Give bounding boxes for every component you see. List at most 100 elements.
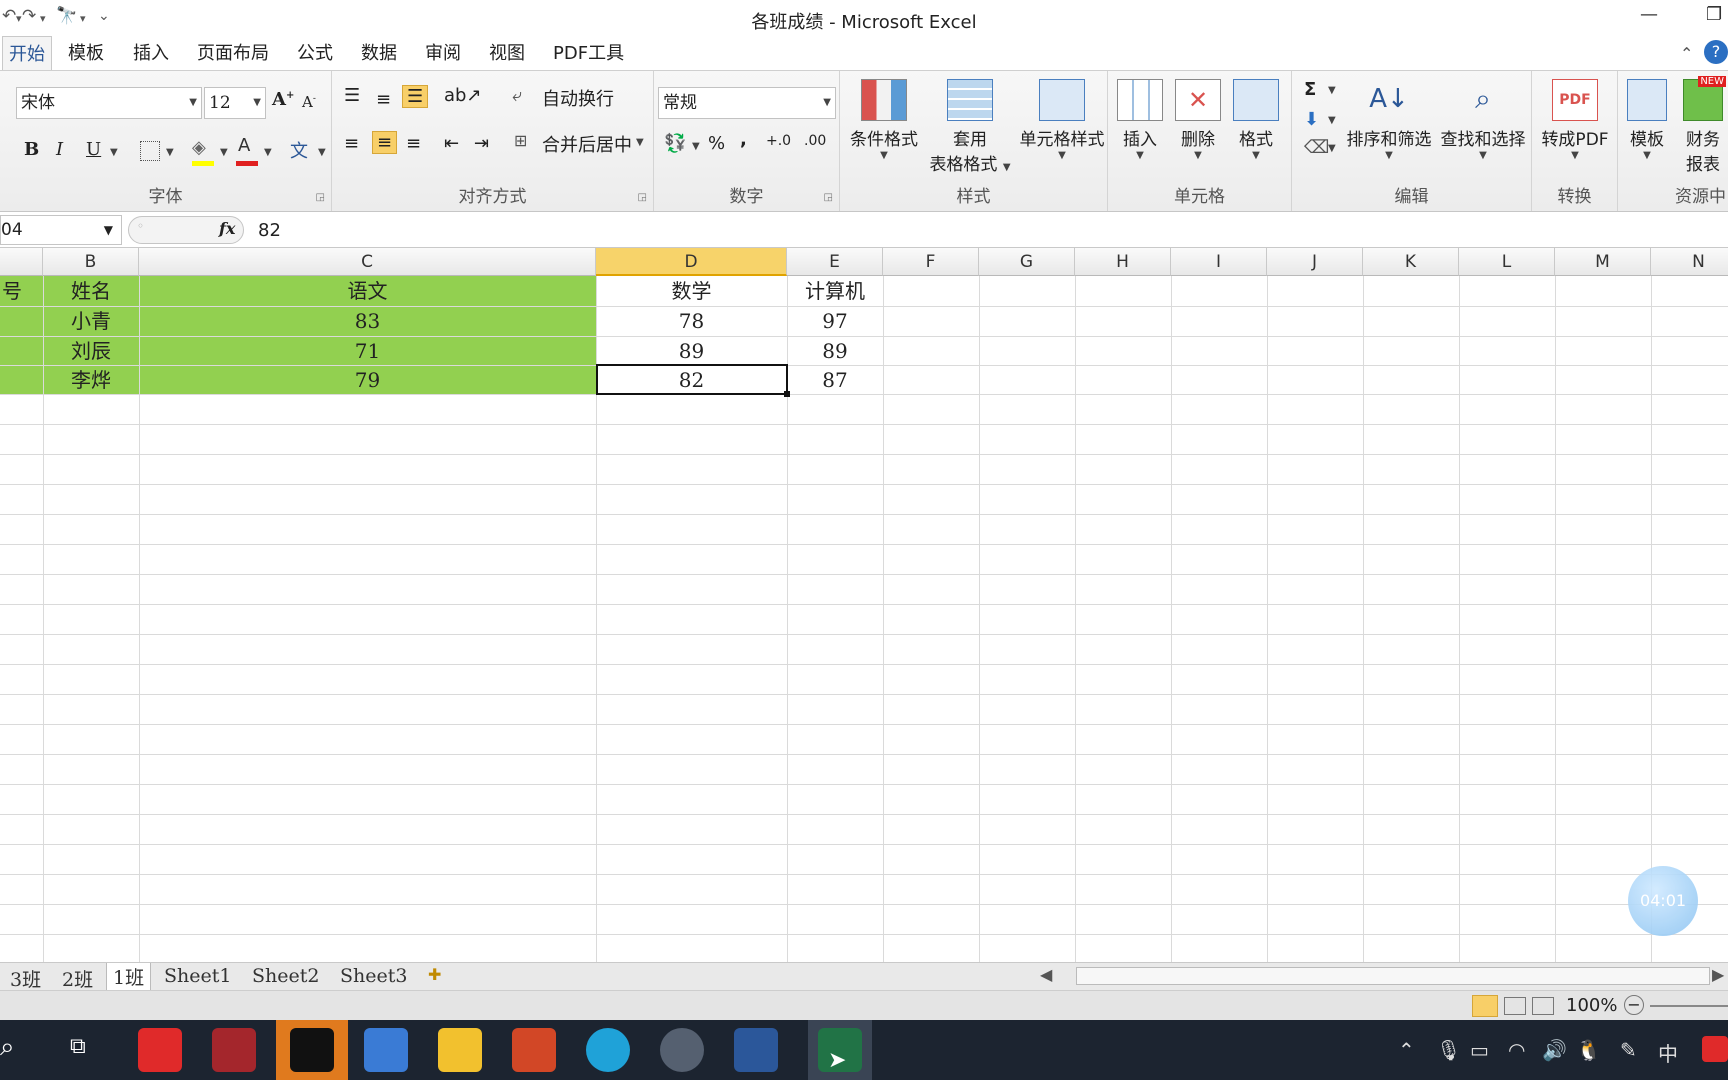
sheet-tab-3[interactable]: 3班 (10, 965, 41, 992)
tab-insert[interactable]: 插入 (133, 36, 169, 72)
align-right-icon[interactable]: ≡ (406, 133, 421, 154)
collapse-ribbon-icon[interactable]: ⌃ (1680, 44, 1693, 63)
chevron-down-icon[interactable]: ▼ (104, 216, 113, 244)
bold-button[interactable]: B (24, 139, 39, 160)
capcut-app-tile[interactable] (276, 1020, 348, 1080)
autosum-dropdown-icon[interactable]: ▼ (1328, 85, 1336, 96)
zoom-slider[interactable] (1650, 1005, 1728, 1007)
microphone-icon[interactable]: 🎙 (1436, 1038, 1461, 1062)
column-header-a[interactable] (0, 248, 43, 276)
dialog-launcher-icon[interactable]: ◲ (316, 192, 325, 203)
qq-icon[interactable]: 🐧 (1576, 1038, 1601, 1062)
font-color-icon[interactable]: A (238, 135, 250, 156)
tab-pdf-tools[interactable]: PDF工具 (553, 36, 624, 72)
insert-function-icon[interactable]: fx (219, 219, 235, 238)
merge-dropdown-icon[interactable]: ▼ (636, 137, 644, 148)
wrap-text-icon[interactable]: ⤶ (512, 85, 522, 106)
wifi-icon[interactable]: ◠ (1508, 1038, 1525, 1062)
cell-d2[interactable]: 78 (596, 306, 787, 336)
sort-filter-button[interactable]: A↓ 排序和筛选 ▼ (1342, 79, 1436, 161)
phonetic-dropdown-icon[interactable]: ▼ (318, 147, 326, 158)
increase-indent-icon[interactable]: ⇥ (474, 133, 489, 154)
calculator-app-icon[interactable] (364, 1028, 408, 1072)
fill-color-icon[interactable]: ◈ (192, 137, 206, 158)
decrease-decimal-icon[interactable]: .00 (804, 133, 826, 149)
grow-font-icon[interactable]: A+ (272, 89, 294, 110)
currency-icon[interactable]: 💱 (664, 133, 686, 154)
horizontal-scrollbar[interactable] (1076, 967, 1710, 985)
cell-b4[interactable]: 李烨 (43, 365, 139, 395)
column-header-j[interactable]: J (1267, 248, 1363, 276)
wrap-text-button[interactable]: 自动换行 (542, 85, 614, 111)
finance-report-button[interactable]: NEW 财务 报表 (1678, 76, 1728, 175)
dialog-launcher-icon[interactable]: ◲ (638, 192, 647, 203)
comma-button[interactable]: , (740, 129, 747, 150)
tab-data[interactable]: 数据 (361, 36, 397, 72)
name-box[interactable]: 04 ▼ (0, 215, 122, 245)
game-app-icon[interactable] (660, 1028, 704, 1072)
merge-center-button[interactable]: 合并后居中 (542, 131, 632, 157)
align-left-icon[interactable]: ≡ (344, 133, 359, 154)
search-icon[interactable]: ⌕ (0, 1032, 15, 1063)
border-dropdown-icon[interactable]: ▼ (166, 147, 174, 158)
cell-c2[interactable]: 83 (139, 306, 596, 336)
page-layout-view-icon[interactable] (1504, 997, 1526, 1015)
column-header-b[interactable]: B (43, 248, 139, 276)
percent-button[interactable]: % (708, 133, 725, 154)
column-header-e[interactable]: E (787, 248, 883, 276)
insert-cells-button[interactable]: 插入 ▼ (1112, 79, 1168, 161)
cell-d3[interactable]: 89 (596, 336, 787, 366)
column-header-k[interactable]: K (1363, 248, 1459, 276)
increase-decimal-icon[interactable]: +.0 (766, 133, 791, 149)
underline-dropdown-icon[interactable]: ▼ (110, 147, 118, 158)
format-as-table-button[interactable]: 套用 表格格式 ▼ (924, 79, 1016, 175)
cell-c3[interactable]: 71 (139, 336, 596, 366)
access-app-icon[interactable] (212, 1028, 256, 1072)
help-icon[interactable]: ? (1704, 40, 1728, 64)
pen-icon[interactable]: ✎ (1620, 1038, 1637, 1062)
clear-dropdown-icon[interactable]: ▼ (1328, 143, 1336, 154)
zoom-out-icon[interactable]: − (1624, 995, 1644, 1015)
column-header-n[interactable]: N (1651, 248, 1728, 276)
cell-b2[interactable]: 小青 (43, 306, 139, 336)
page-break-view-icon[interactable] (1532, 997, 1554, 1015)
restore-icon[interactable]: ❐ (1706, 4, 1722, 25)
tab-home[interactable]: 开始 (2, 36, 52, 72)
tab-view[interactable]: 视图 (489, 36, 525, 72)
italic-button[interactable]: I (56, 139, 63, 160)
cell-e1[interactable]: 计算机 (787, 276, 883, 306)
align-middle-icon[interactable]: ≡ (376, 89, 391, 110)
font-color-dropdown-icon[interactable]: ▼ (264, 147, 272, 158)
column-header-g[interactable]: G (979, 248, 1075, 276)
column-header-h[interactable]: H (1075, 248, 1171, 276)
scroll-right-icon[interactable]: ▶ (1712, 965, 1724, 984)
border-icon[interactable] (140, 141, 160, 161)
cell-b1[interactable]: 姓名 (43, 276, 139, 306)
cell-styles-button[interactable]: 单元格样式 ▼ (1016, 79, 1108, 161)
merge-icon[interactable]: ⊞ (514, 131, 527, 150)
phonetic-icon[interactable]: 文 (290, 137, 308, 163)
powerpoint-app-icon[interactable] (512, 1028, 556, 1072)
tray-overflow-icon[interactable]: ⌃ (1398, 1038, 1415, 1062)
shrink-font-icon[interactable]: A- (302, 93, 316, 111)
autosum-button[interactable]: Σ (1304, 79, 1316, 100)
align-center-icon[interactable]: ≡ (372, 131, 398, 154)
number-format-combo[interactable]: 常规 ▼ (658, 87, 836, 119)
orientation-icon[interactable]: ab↗ (444, 85, 482, 106)
column-header-l[interactable]: L (1459, 248, 1555, 276)
clear-icon[interactable]: ⌫ (1304, 137, 1329, 158)
cell-b3[interactable]: 刘辰 (43, 336, 139, 366)
sheet-tab-2[interactable]: 2班 (62, 965, 93, 992)
file-explorer-icon[interactable] (438, 1028, 482, 1072)
volume-icon[interactable]: 🔊 (1542, 1038, 1567, 1062)
currency-dropdown-icon[interactable]: ▼ (692, 141, 700, 152)
tab-review[interactable]: 审阅 (425, 36, 461, 72)
cell-c1[interactable]: 语文 (139, 276, 596, 306)
font-name-combo[interactable]: 宋体 ▼ (16, 87, 202, 119)
cell-a1[interactable]: 号 (0, 276, 24, 306)
scroll-left-icon[interactable]: ◀ (1040, 965, 1052, 984)
font-size-combo[interactable]: 12 ▼ (204, 87, 266, 119)
collapse-icon[interactable]: ◦ (137, 219, 144, 233)
tab-templates[interactable]: 模板 (68, 36, 104, 72)
column-header-c[interactable]: C (139, 248, 596, 276)
